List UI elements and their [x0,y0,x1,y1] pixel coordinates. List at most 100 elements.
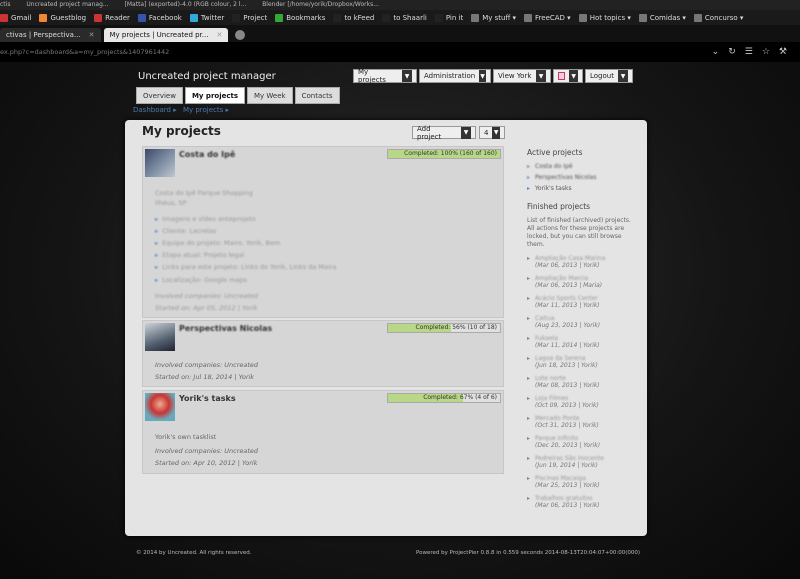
finished-project-item[interactable]: Lagoa da Serena(Jun 18, 2013 | Yorik) [527,355,637,369]
bookmark-item[interactable]: Comidas ▾ [638,13,686,22]
calendar-dropdown[interactable]: ▼ [553,69,583,83]
finished-project-item[interactable]: Fukaela(Mar 11, 2014 | Yorik) [527,335,637,349]
finished-projects-list: Ampliação Casa Marina(Mar 06, 2013 | Yor… [527,255,637,509]
new-tab-icon[interactable] [235,30,246,40]
tab-overview[interactable]: Overview [136,87,183,104]
project-count-select[interactable]: 4 ▼ [479,126,505,139]
finished-project-item[interactable]: Ampliação Marcia(Mar 06, 2013 | Maria) [527,275,637,289]
browser-tab[interactable]: ctivas | Perspectiva... ✕ [0,28,101,42]
rss-icon[interactable]: ☰ [745,47,762,57]
logout-dropdown[interactable]: Logout ▼ [585,69,633,83]
active-project-link[interactable]: Costa do Ipê [527,163,637,170]
finished-project-item[interactable]: Mercado Ponte(Oct 31, 2013 | Yorik) [527,415,637,429]
tab-contacts[interactable]: Contacts [294,87,340,104]
breadcrumb-dashboard[interactable]: Dashboard ▸ [133,106,177,114]
list-item[interactable]: Localização: Google maps [155,276,247,284]
star-icon[interactable]: ☆ [762,47,779,57]
finished-project-name[interactable]: Loja Filmes [535,395,637,402]
user-dropdown[interactable]: View York ▼ [493,69,551,83]
finished-project-name[interactable]: Lagoa da Serena [535,355,637,362]
app-page: Uncreated project manager My projects ▼ A… [0,62,800,579]
bookmark-icon [578,13,587,22]
involved-companies: Involved companies: Uncreated [155,292,259,300]
bookmark-item[interactable]: Project [232,13,267,22]
project-name[interactable]: Perspectivas Nicolas [179,324,272,333]
dropdown-label: Administration [424,72,476,80]
add-project-dropdown[interactable]: Add project ▼ [412,125,476,141]
url-bar[interactable]: ex.php?c=dashboard&a=my_projects&1407961… [0,42,800,62]
list-item[interactable]: Equipe do projeto: Mairo, Yorik, Bem [155,239,280,247]
finished-project-date: (Aug 23, 2013 | Yorik) [535,322,601,329]
finished-project-date: (Jun 18, 2013 | Yorik) [535,362,598,369]
finished-project-item[interactable]: Parque infinito(Dec 20, 2013 | Yorik) [527,435,637,449]
bookmark-item[interactable]: Guestblog [39,13,86,22]
bookmark-item[interactable]: Reader [94,13,130,22]
finished-project-item[interactable]: Caitua(Aug 23, 2013 | Yorik) [527,315,637,329]
breadcrumb: Dashboard ▸ My projects ▸ [133,106,233,114]
reload-icon[interactable]: ↻ [728,47,745,57]
bookmark-item[interactable]: Gmail [0,13,31,22]
finished-project-name[interactable]: Ampliação Marcia [535,275,637,282]
list-item[interactable]: Imagens e vídeo anteprojeto [155,215,255,223]
finished-project-item[interactable]: Acácio Sports Center(Mar 11, 2013 | Yori… [527,295,637,309]
finished-project-name[interactable]: Parque infinito [535,435,637,442]
breadcrumb-my-projects[interactable]: My projects ▸ [183,106,229,114]
os-task[interactable]: Blender [/home/yorik/Dropbox/Works... [262,1,379,8]
bookmark-item[interactable]: FreeCAD ▾ [524,13,571,22]
finished-project-name[interactable]: Piscinas Macaiga [535,475,637,482]
os-taskbar: ctis Uncreated project manag... [Matta] … [0,0,800,10]
bookmark-item[interactable]: Hot topics ▾ [578,13,631,22]
close-icon[interactable]: ✕ [216,31,222,39]
bookmark-item[interactable]: Pin it [434,13,463,22]
bookmark-item[interactable]: Facebook [137,13,182,22]
finished-project-item[interactable]: Piscinas Macaiga(Mar 25, 2013 | Yorik) [527,475,637,489]
bookmark-item[interactable]: Twitter [189,13,225,22]
finished-project-item[interactable]: Lote norte(Mar 08, 2013 | Yorik) [527,375,637,389]
project-card: Yorik's tasks Completed: 67% (4 of 6) Yo… [142,390,504,474]
close-icon[interactable]: ✕ [89,31,95,39]
finished-project-item[interactable]: Loja Filmes(Oct 09, 2013 | Yorik) [527,395,637,409]
tab-my-projects[interactable]: My projects [184,87,246,104]
finished-project-item[interactable]: Pedreiras São Inocente(Jun 19, 2014 | Yo… [527,455,637,469]
list-item[interactable]: Links para este projeto: Links do Yorik,… [155,263,336,271]
active-project-link[interactable]: Perspectivas Nicolas [527,174,637,181]
os-task[interactable]: Uncreated project manag... [26,1,108,8]
finished-project-name[interactable]: Caitua [535,315,637,322]
url-text: ex.php?c=dashboard&a=my_projects&1407961… [0,48,170,56]
bookmark-item[interactable]: to Shaarli [382,13,427,22]
main-tabs: Overview My projects My Week Contacts [136,87,342,104]
list-item[interactable]: Etapa atual: Projeto legal [155,251,244,259]
os-task[interactable]: [Matta] (exported)-4.0 (RGB colour, 2 l.… [125,1,247,8]
bookmark-item[interactable]: to kFeed [333,13,374,22]
finished-project-name[interactable]: Acácio Sports Center [535,295,637,302]
os-task[interactable]: ctis [0,1,10,8]
wrench-icon[interactable]: ⚒ [779,47,796,57]
bookmark-label: Twitter [200,13,225,22]
finished-project-name[interactable]: Ampliação Casa Marina [535,255,637,262]
finished-project-item[interactable]: Ampliação Casa Marina(Mar 06, 2013 | Yor… [527,255,637,269]
started-on: Started on: Apr 05, 2012 | Yorik [155,304,258,312]
list-item[interactable]: Cliente: Lacrelas [155,227,216,235]
project-name[interactable]: Costa do Ipê [179,150,235,159]
finished-project-name[interactable]: Pedreiras São Inocente [535,455,637,462]
finished-project-date: (Jun 19, 2014 | Yorik) [535,462,598,469]
bookmarks-bar: Gmail Guestblog Reader Facebook Twitter Proje… [0,10,800,25]
administration-dropdown[interactable]: Administration ▼ [419,69,491,83]
bookmark-item[interactable]: Bookmarks [275,13,325,22]
finished-project-item[interactable]: Trabalhos gratuitos(Mar 06, 2013 | Yorik… [527,495,637,509]
progress-bar: Completed: 67% (4 of 6) [387,393,501,403]
browser-tab-active[interactable]: My projects | Uncreated pr... ✕ [103,28,229,42]
tab-my-week[interactable]: My Week [247,87,293,104]
my-projects-dropdown[interactable]: My projects ▼ [353,68,417,84]
finished-project-date: (Mar 11, 2014 | Yorik) [535,342,600,349]
finished-project-name[interactable]: Trabalhos gratuitos [535,495,637,502]
bookmark-item[interactable]: My stuff ▾ [471,13,516,22]
finished-project-name[interactable]: Mercado Ponte [535,415,637,422]
active-project-link[interactable]: Yorik's tasks [527,185,637,192]
dropdown-icon[interactable]: ⌄ [712,47,729,57]
project-name[interactable]: Yorik's tasks [179,394,236,403]
finished-project-name[interactable]: Lote norte [535,375,637,382]
bookmark-item[interactable]: Concurso ▾ [693,13,743,22]
finished-projects-heading: Finished projects [527,202,591,211]
finished-project-name[interactable]: Fukaela [535,335,637,342]
